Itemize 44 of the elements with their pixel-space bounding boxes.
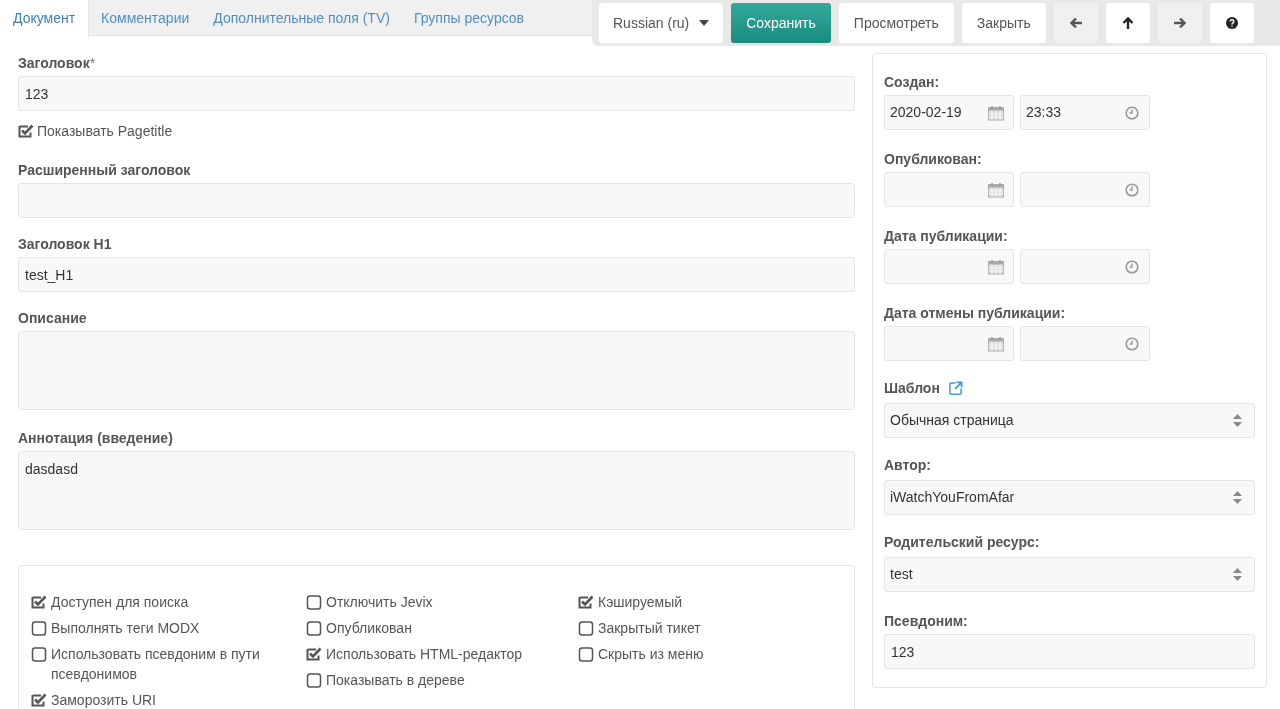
field-label: Аннотация (введение): [18, 429, 173, 448]
field-label: Дата публикации:: [884, 228, 1008, 244]
checkbox-label: Скрыть из меню: [598, 645, 704, 664]
language-select[interactable]: Russian (ru): [599, 3, 724, 43]
time-field[interactable]: 23:33: [1020, 95, 1150, 130]
checkbox-label: Кэшируемый: [598, 593, 683, 612]
input-field[interactable]: 123: [18, 76, 855, 111]
text-area[interactable]: dasdasd: [18, 451, 855, 530]
toolbar-button[interactable]: Закрыть: [961, 3, 1046, 43]
field-label: Псевдоним:: [884, 613, 968, 629]
field-label: Опубликован:: [884, 151, 982, 167]
date-value: 2020-02-19: [890, 103, 962, 122]
field-label: Автор:: [884, 456, 931, 475]
input-field[interactable]: test_H1: [18, 257, 855, 292]
checkbox-label: Закрытый тикет: [598, 619, 701, 638]
toolbar-button[interactable]: Просмотреть: [838, 3, 954, 43]
date-field[interactable]: 2020-02-19: [884, 95, 1014, 130]
select-field[interactable]: iWatchYouFromAfar: [884, 480, 1255, 515]
checkbox-label: Выполнять теги MODX: [51, 619, 200, 638]
field-label: Дата отмены публикации:: [884, 305, 1066, 321]
select-field[interactable]: Обычная страница: [884, 403, 1255, 438]
time-value: 23:33: [1026, 103, 1062, 122]
field-label: Родительский ресурс:: [884, 533, 1040, 552]
checkbox-label: Опубликован: [326, 619, 412, 638]
checkbox-label: Заморозить URI: [51, 691, 156, 709]
select-field[interactable]: test: [884, 557, 1255, 592]
input-field[interactable]: 123: [884, 634, 1255, 669]
field-label: Заголовок H1: [18, 235, 112, 254]
checkbox-label: Использовать псевдоним в пути псевдонимов: [51, 645, 261, 684]
select-value: test: [890, 565, 913, 584]
checkbox-label: Отключить Jevix: [326, 593, 433, 612]
select-value: Обычная страница: [890, 411, 1014, 430]
required-mark: *: [89, 54, 96, 73]
checkbox-label: Использовать HTML-редактор: [326, 645, 523, 664]
checkbox-label: Доступен для поиска: [51, 593, 189, 612]
select-value: iWatchYouFromAfar: [890, 488, 1015, 507]
field-label: Создан:: [884, 74, 940, 90]
field-label: Заголовок: [18, 54, 90, 73]
field-label: Расширенный заголовок: [18, 161, 191, 180]
tab[interactable]: Документ: [0, 0, 90, 37]
checkbox-label: Показывать Pagetitle: [37, 122, 173, 141]
field-label: Шаблон: [884, 379, 940, 398]
field-label: Описание: [18, 309, 87, 328]
checkbox-label: Показывать в дереве: [326, 671, 465, 690]
